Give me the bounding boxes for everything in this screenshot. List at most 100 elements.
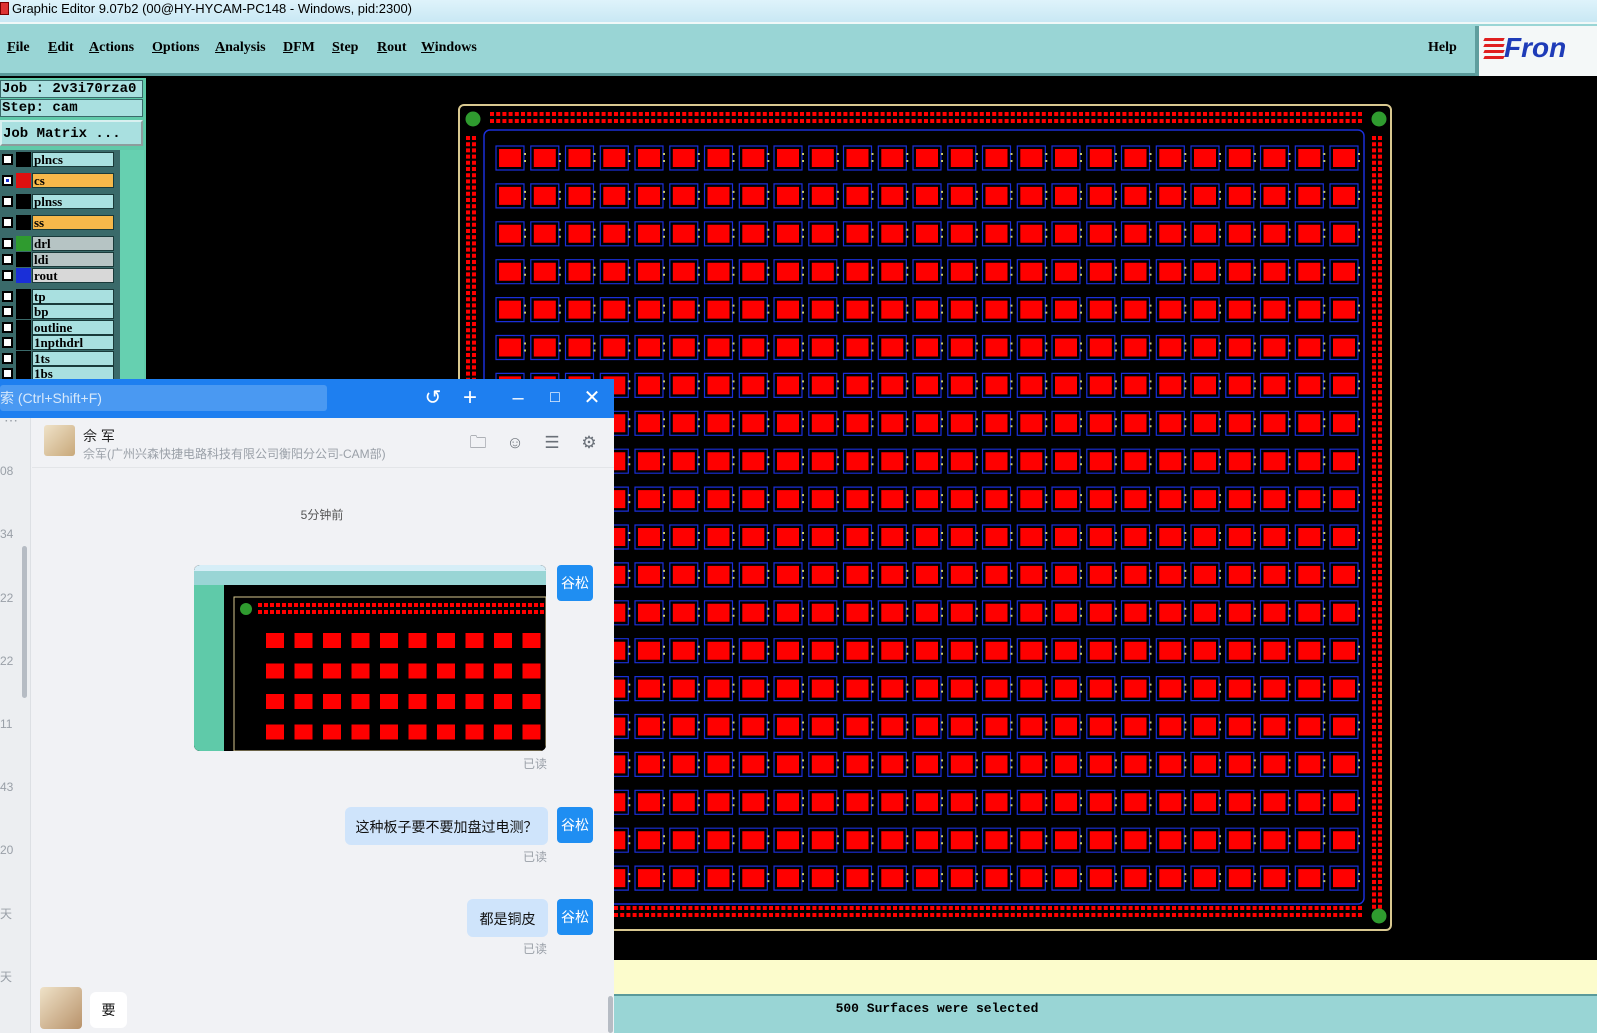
- thumb-title-bar: [194, 565, 546, 571]
- layer-checkbox[interactable]: [2, 353, 13, 364]
- layer-checkbox[interactable]: [2, 254, 13, 265]
- menu-label: ile: [15, 40, 30, 55]
- search-history-icon[interactable]: ☰: [541, 432, 563, 454]
- layer-row-tp[interactable]: tp: [0, 289, 116, 304]
- layer-row-plnss[interactable]: plnss: [0, 194, 116, 209]
- history-icon[interactable]: ↺: [421, 387, 445, 411]
- contact-name: 佘 军: [83, 428, 115, 444]
- layer-row-cs[interactable]: cs: [0, 173, 116, 188]
- incoming-message-bubble[interactable]: 要: [90, 992, 127, 1028]
- maximize-icon[interactable]: □: [543, 387, 567, 411]
- message-timestamp: 5分钟前: [300, 508, 344, 522]
- layer-name: rout: [32, 268, 114, 283]
- menu-label: ctions: [99, 40, 135, 55]
- chat-search-input[interactable]: 索 (Ctrl+Shift+F): [0, 385, 327, 411]
- add-icon[interactable]: +: [458, 386, 482, 411]
- layer-row-bp[interactable]: bp: [0, 304, 116, 319]
- layer-checkbox[interactable]: [2, 238, 13, 249]
- sender-avatar[interactable]: 谷松: [557, 807, 593, 843]
- layer-row-1ts[interactable]: 1ts: [0, 351, 116, 366]
- minimize-icon[interactable]: –: [506, 387, 530, 411]
- layer-checkbox[interactable]: [2, 337, 13, 348]
- layer-name: 1npthdrl: [32, 335, 114, 350]
- list-item-time: 08: [0, 464, 14, 478]
- layer-name: bp: [32, 304, 114, 319]
- chat-scrollbar[interactable]: [608, 996, 613, 1033]
- menu-analysis[interactable]: Analysis: [215, 40, 266, 56]
- menu-edit[interactable]: Edit: [48, 40, 74, 56]
- layer-checkbox[interactable]: [2, 368, 13, 379]
- contact-avatar[interactable]: [40, 987, 82, 1029]
- layer-checkbox[interactable]: [2, 291, 13, 302]
- layer-checkbox[interactable]: [2, 306, 13, 317]
- menu-mnemonic: S: [332, 40, 340, 55]
- menu-mnemonic: F: [7, 40, 16, 55]
- layer-row-ss[interactable]: ss: [0, 215, 116, 230]
- menu-label: indows: [434, 40, 477, 55]
- conversation-list[interactable]: ⋯ 08 34 22 22 11 43 20 天 天: [0, 412, 31, 1033]
- layer-list-scrollbar[interactable]: [118, 150, 144, 388]
- layer-checkbox[interactable]: [2, 322, 13, 333]
- message-bubble[interactable]: 这种板子要不要加盘过电测？: [345, 807, 548, 845]
- menu-file[interactable]: File: [7, 40, 30, 56]
- layer-checkbox[interactable]: [2, 175, 13, 186]
- menu-step[interactable]: Step: [332, 40, 358, 56]
- menu-dfm[interactable]: DFM: [283, 40, 315, 56]
- fiducial-mark: [1371, 908, 1387, 924]
- layer-name: plnss: [32, 194, 114, 209]
- message-bubble[interactable]: 都是铜皮: [467, 899, 548, 937]
- menu-mnemonic: D: [283, 40, 294, 55]
- layer-row-rout[interactable]: rout: [0, 268, 116, 283]
- window-title-bar: Graphic Editor 9.07b2 (00@HY-HYCAM-PC148…: [0, 0, 1597, 22]
- layer-row-outline[interactable]: outline: [0, 320, 116, 335]
- list-item-time: 22: [0, 654, 14, 668]
- menu-rout[interactable]: Rout: [377, 40, 407, 56]
- more-icon[interactable]: ⋯: [4, 412, 18, 429]
- layer-color-swatch: [16, 152, 31, 167]
- screenshot-thumbnail: [194, 565, 546, 751]
- menu-bar: File Edit Actions Options Analysis DFM S…: [0, 22, 1597, 76]
- layer-checkbox[interactable]: [2, 270, 13, 281]
- menu-actions[interactable]: Actions: [89, 40, 134, 56]
- app-icon: [0, 2, 9, 15]
- image-message[interactable]: [194, 565, 546, 751]
- layer-color-swatch: [16, 268, 31, 283]
- chat-conversation: 佘 军 佘军(广州兴森快捷电路科技有限公司衡阳分公司-CAM部) 🗀 ☺ ☰ ⚙…: [32, 418, 614, 1033]
- contact-avatar[interactable]: [44, 425, 75, 456]
- menu-windows[interactable]: Windows: [421, 40, 477, 56]
- layer-row-ldi[interactable]: ldi: [0, 252, 116, 267]
- menu-help[interactable]: Help: [1428, 40, 1457, 56]
- settings-gear-icon[interactable]: ⚙: [578, 432, 600, 454]
- layer-checkbox[interactable]: [2, 154, 13, 165]
- layer-color-swatch: [16, 320, 31, 335]
- menu-mnemonic: E: [48, 40, 58, 55]
- brand-text: Fron: [1504, 32, 1567, 63]
- layer-checkbox[interactable]: [2, 196, 13, 207]
- menu-mnemonic: R: [377, 40, 388, 55]
- folder-icon[interactable]: 🗀: [467, 432, 489, 454]
- conversation-list-scrollbar[interactable]: [22, 546, 27, 698]
- menu-label: FM: [293, 40, 315, 55]
- sender-avatar[interactable]: 谷松: [557, 899, 593, 935]
- chat-title-bar: 索 (Ctrl+Shift+F) ↺ + – □ ✕: [0, 379, 614, 418]
- layer-color-swatch: [16, 252, 31, 267]
- sender-avatar[interactable]: 谷松: [557, 565, 593, 601]
- add-member-icon[interactable]: ☺: [504, 432, 526, 454]
- menu-options[interactable]: Options: [152, 40, 199, 56]
- layer-color-swatch: [16, 236, 31, 251]
- fiducial-mark: [465, 111, 481, 127]
- close-icon[interactable]: ✕: [580, 387, 604, 411]
- job-matrix-button[interactable]: Job Matrix ...: [0, 120, 143, 146]
- menu-label: out: [387, 40, 407, 55]
- contact-organization: 佘军(广州兴森快捷电路科技有限公司衡阳分公司-CAM部): [83, 447, 386, 461]
- layer-row-drl[interactable]: drl: [0, 236, 116, 251]
- layer-row-plncs[interactable]: plncs: [0, 152, 116, 167]
- menu-mnemonic: A: [215, 40, 226, 55]
- command-line[interactable]: [612, 960, 1597, 994]
- layer-row-1npthdrl[interactable]: 1npthdrl: [0, 335, 116, 350]
- layer-checkbox[interactable]: [2, 217, 13, 228]
- menu-mnemonic: W: [421, 40, 435, 55]
- list-item-time: 34: [0, 527, 14, 541]
- job-label: Job : 2v3i70rza0: [0, 80, 143, 98]
- menu-mnemonic: O: [152, 40, 163, 55]
